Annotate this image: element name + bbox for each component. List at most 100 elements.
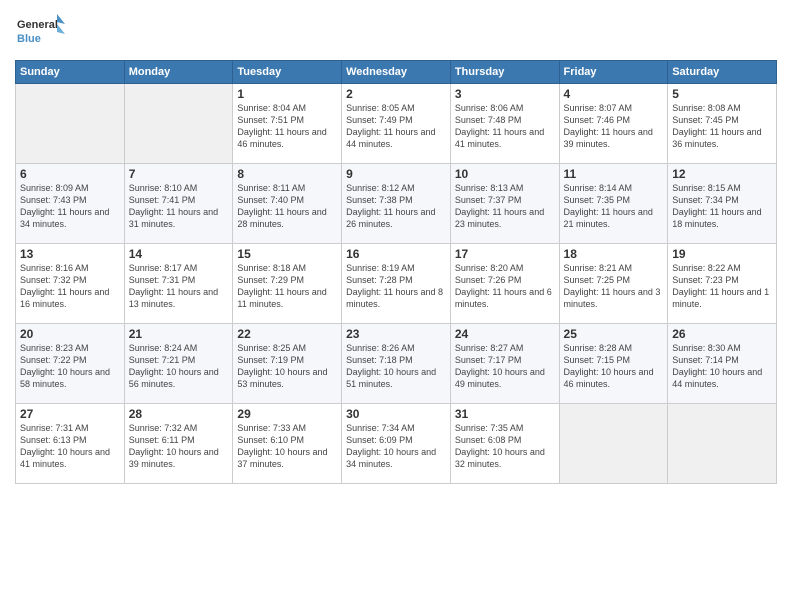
day-cell: 6Sunrise: 8:09 AM Sunset: 7:43 PM Daylig… bbox=[16, 164, 125, 244]
day-number: 24 bbox=[455, 327, 555, 341]
day-info: Sunrise: 8:05 AM Sunset: 7:49 PM Dayligh… bbox=[346, 102, 446, 151]
day-cell: 23Sunrise: 8:26 AM Sunset: 7:18 PM Dayli… bbox=[342, 324, 451, 404]
day-info: Sunrise: 8:17 AM Sunset: 7:31 PM Dayligh… bbox=[129, 262, 229, 311]
day-cell: 1Sunrise: 8:04 AM Sunset: 7:51 PM Daylig… bbox=[233, 84, 342, 164]
day-number: 10 bbox=[455, 167, 555, 181]
day-cell: 27Sunrise: 7:31 AM Sunset: 6:13 PM Dayli… bbox=[16, 404, 125, 484]
week-row-3: 13Sunrise: 8:16 AM Sunset: 7:32 PM Dayli… bbox=[16, 244, 777, 324]
header: General Blue bbox=[15, 10, 777, 54]
weekday-header-thursday: Thursday bbox=[450, 61, 559, 84]
day-number: 25 bbox=[564, 327, 664, 341]
day-info: Sunrise: 8:21 AM Sunset: 7:25 PM Dayligh… bbox=[564, 262, 664, 311]
weekday-header-tuesday: Tuesday bbox=[233, 61, 342, 84]
day-number: 28 bbox=[129, 407, 229, 421]
day-cell: 13Sunrise: 8:16 AM Sunset: 7:32 PM Dayli… bbox=[16, 244, 125, 324]
day-cell: 2Sunrise: 8:05 AM Sunset: 7:49 PM Daylig… bbox=[342, 84, 451, 164]
day-number: 12 bbox=[672, 167, 772, 181]
day-number: 31 bbox=[455, 407, 555, 421]
day-info: Sunrise: 8:06 AM Sunset: 7:48 PM Dayligh… bbox=[455, 102, 555, 151]
day-cell: 29Sunrise: 7:33 AM Sunset: 6:10 PM Dayli… bbox=[233, 404, 342, 484]
day-cell: 24Sunrise: 8:27 AM Sunset: 7:17 PM Dayli… bbox=[450, 324, 559, 404]
logo: General Blue bbox=[15, 10, 65, 54]
day-info: Sunrise: 8:08 AM Sunset: 7:45 PM Dayligh… bbox=[672, 102, 772, 151]
day-cell: 10Sunrise: 8:13 AM Sunset: 7:37 PM Dayli… bbox=[450, 164, 559, 244]
weekday-header-monday: Monday bbox=[124, 61, 233, 84]
page: General Blue SundayMondayTuesdayWednesda… bbox=[0, 0, 792, 612]
day-info: Sunrise: 8:04 AM Sunset: 7:51 PM Dayligh… bbox=[237, 102, 337, 151]
day-number: 4 bbox=[564, 87, 664, 101]
day-cell: 30Sunrise: 7:34 AM Sunset: 6:09 PM Dayli… bbox=[342, 404, 451, 484]
day-cell: 15Sunrise: 8:18 AM Sunset: 7:29 PM Dayli… bbox=[233, 244, 342, 324]
day-info: Sunrise: 8:07 AM Sunset: 7:46 PM Dayligh… bbox=[564, 102, 664, 151]
week-row-2: 6Sunrise: 8:09 AM Sunset: 7:43 PM Daylig… bbox=[16, 164, 777, 244]
day-cell: 21Sunrise: 8:24 AM Sunset: 7:21 PM Dayli… bbox=[124, 324, 233, 404]
day-number: 26 bbox=[672, 327, 772, 341]
day-info: Sunrise: 7:34 AM Sunset: 6:09 PM Dayligh… bbox=[346, 422, 446, 471]
day-number: 1 bbox=[237, 87, 337, 101]
day-cell: 19Sunrise: 8:22 AM Sunset: 7:23 PM Dayli… bbox=[668, 244, 777, 324]
day-info: Sunrise: 8:22 AM Sunset: 7:23 PM Dayligh… bbox=[672, 262, 772, 311]
day-info: Sunrise: 8:14 AM Sunset: 7:35 PM Dayligh… bbox=[564, 182, 664, 231]
day-number: 3 bbox=[455, 87, 555, 101]
day-info: Sunrise: 8:11 AM Sunset: 7:40 PM Dayligh… bbox=[237, 182, 337, 231]
day-info: Sunrise: 7:31 AM Sunset: 6:13 PM Dayligh… bbox=[20, 422, 120, 471]
day-cell: 22Sunrise: 8:25 AM Sunset: 7:19 PM Dayli… bbox=[233, 324, 342, 404]
day-number: 17 bbox=[455, 247, 555, 261]
day-number: 16 bbox=[346, 247, 446, 261]
day-number: 8 bbox=[237, 167, 337, 181]
day-info: Sunrise: 8:27 AM Sunset: 7:17 PM Dayligh… bbox=[455, 342, 555, 391]
day-number: 13 bbox=[20, 247, 120, 261]
day-info: Sunrise: 8:25 AM Sunset: 7:19 PM Dayligh… bbox=[237, 342, 337, 391]
day-cell: 8Sunrise: 8:11 AM Sunset: 7:40 PM Daylig… bbox=[233, 164, 342, 244]
day-cell: 5Sunrise: 8:08 AM Sunset: 7:45 PM Daylig… bbox=[668, 84, 777, 164]
calendar-body: 1Sunrise: 8:04 AM Sunset: 7:51 PM Daylig… bbox=[16, 84, 777, 484]
day-cell: 3Sunrise: 8:06 AM Sunset: 7:48 PM Daylig… bbox=[450, 84, 559, 164]
day-cell bbox=[124, 84, 233, 164]
day-cell: 4Sunrise: 8:07 AM Sunset: 7:46 PM Daylig… bbox=[559, 84, 668, 164]
day-number: 30 bbox=[346, 407, 446, 421]
day-cell: 18Sunrise: 8:21 AM Sunset: 7:25 PM Dayli… bbox=[559, 244, 668, 324]
day-cell: 9Sunrise: 8:12 AM Sunset: 7:38 PM Daylig… bbox=[342, 164, 451, 244]
week-row-1: 1Sunrise: 8:04 AM Sunset: 7:51 PM Daylig… bbox=[16, 84, 777, 164]
day-info: Sunrise: 8:28 AM Sunset: 7:15 PM Dayligh… bbox=[564, 342, 664, 391]
day-cell: 12Sunrise: 8:15 AM Sunset: 7:34 PM Dayli… bbox=[668, 164, 777, 244]
day-info: Sunrise: 8:10 AM Sunset: 7:41 PM Dayligh… bbox=[129, 182, 229, 231]
day-cell: 20Sunrise: 8:23 AM Sunset: 7:22 PM Dayli… bbox=[16, 324, 125, 404]
day-number: 11 bbox=[564, 167, 664, 181]
day-number: 7 bbox=[129, 167, 229, 181]
week-row-4: 20Sunrise: 8:23 AM Sunset: 7:22 PM Dayli… bbox=[16, 324, 777, 404]
day-info: Sunrise: 7:33 AM Sunset: 6:10 PM Dayligh… bbox=[237, 422, 337, 471]
day-cell bbox=[668, 404, 777, 484]
day-number: 27 bbox=[20, 407, 120, 421]
day-number: 20 bbox=[20, 327, 120, 341]
day-number: 19 bbox=[672, 247, 772, 261]
day-number: 9 bbox=[346, 167, 446, 181]
day-info: Sunrise: 8:19 AM Sunset: 7:28 PM Dayligh… bbox=[346, 262, 446, 311]
weekday-header-friday: Friday bbox=[559, 61, 668, 84]
calendar-table: SundayMondayTuesdayWednesdayThursdayFrid… bbox=[15, 60, 777, 484]
weekday-header-wednesday: Wednesday bbox=[342, 61, 451, 84]
day-cell: 26Sunrise: 8:30 AM Sunset: 7:14 PM Dayli… bbox=[668, 324, 777, 404]
day-number: 22 bbox=[237, 327, 337, 341]
day-number: 18 bbox=[564, 247, 664, 261]
day-number: 23 bbox=[346, 327, 446, 341]
day-number: 15 bbox=[237, 247, 337, 261]
day-info: Sunrise: 8:30 AM Sunset: 7:14 PM Dayligh… bbox=[672, 342, 772, 391]
day-info: Sunrise: 8:15 AM Sunset: 7:34 PM Dayligh… bbox=[672, 182, 772, 231]
svg-text:Blue: Blue bbox=[17, 33, 41, 45]
logo-svg: General Blue bbox=[15, 10, 65, 54]
day-info: Sunrise: 8:12 AM Sunset: 7:38 PM Dayligh… bbox=[346, 182, 446, 231]
day-info: Sunrise: 8:13 AM Sunset: 7:37 PM Dayligh… bbox=[455, 182, 555, 231]
day-info: Sunrise: 8:20 AM Sunset: 7:26 PM Dayligh… bbox=[455, 262, 555, 311]
day-cell: 17Sunrise: 8:20 AM Sunset: 7:26 PM Dayli… bbox=[450, 244, 559, 324]
day-cell: 16Sunrise: 8:19 AM Sunset: 7:28 PM Dayli… bbox=[342, 244, 451, 324]
day-number: 2 bbox=[346, 87, 446, 101]
weekday-row: SundayMondayTuesdayWednesdayThursdayFrid… bbox=[16, 61, 777, 84]
day-cell: 28Sunrise: 7:32 AM Sunset: 6:11 PM Dayli… bbox=[124, 404, 233, 484]
weekday-header-sunday: Sunday bbox=[16, 61, 125, 84]
day-cell: 25Sunrise: 8:28 AM Sunset: 7:15 PM Dayli… bbox=[559, 324, 668, 404]
day-number: 29 bbox=[237, 407, 337, 421]
day-info: Sunrise: 8:18 AM Sunset: 7:29 PM Dayligh… bbox=[237, 262, 337, 311]
day-cell: 31Sunrise: 7:35 AM Sunset: 6:08 PM Dayli… bbox=[450, 404, 559, 484]
day-cell: 11Sunrise: 8:14 AM Sunset: 7:35 PM Dayli… bbox=[559, 164, 668, 244]
